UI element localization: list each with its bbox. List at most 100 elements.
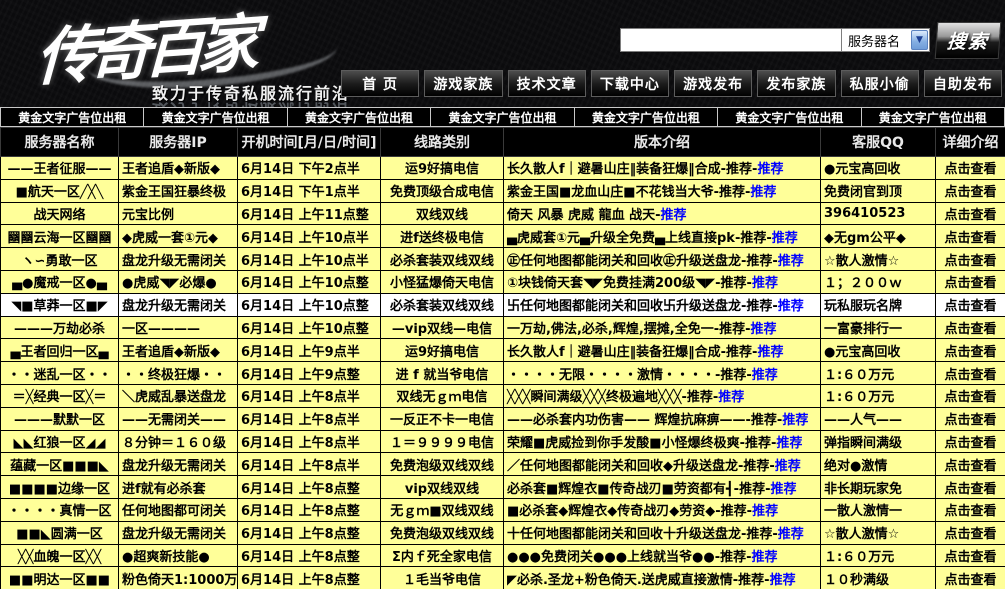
server-name-cell[interactable]: ———万劫必杀 (1, 316, 119, 339)
open-time-cell: 6月14日 上午8点整 (238, 498, 381, 521)
line-type-text: 双线双线 (416, 208, 468, 223)
detail-link-cell[interactable]: 点击查看 (936, 202, 1005, 225)
site-header: 传奇百家 致力于传奇私服流行前沿 致力于传奇私服流行前沿 服务器名 ▼ 搜索 首… (0, 0, 1005, 107)
nav-item-sifu-thief[interactable]: 私服小偷 (841, 70, 919, 97)
chevron-down-icon[interactable]: ▼ (911, 30, 928, 50)
version-intro-cell[interactable]: ◤必杀.圣龙+粉色倚天.送虎威直接激情-推荐-推荐 (504, 567, 821, 589)
line-type-text: 运9好搞电信 (405, 162, 479, 177)
server-name-cell[interactable]: 战天网络 (1, 202, 119, 225)
line-type-cell: 免费泡级双线双线 (381, 453, 504, 476)
detail-link-cell[interactable]: 点击查看 (936, 453, 1005, 476)
detail-link-cell[interactable]: 点击查看 (936, 544, 1005, 567)
nav-item-home[interactable]: 首 页 (341, 70, 419, 97)
version-intro-cell[interactable]: 必杀套■辉煌衣■传奇战刃■劳资都有┫-推荐-推荐 (504, 476, 821, 499)
nav-item-tech-articles[interactable]: 技术文章 (508, 70, 586, 97)
version-intro-cell[interactable]: 荣耀■虎威捡到你手发酸■小怪爆终极爽-推荐-推荐 (504, 430, 821, 453)
detail-link-cell[interactable]: 点击查看 (936, 521, 1005, 544)
version-intro-cell[interactable]: 紫金王国■龙血山庄■不花钱当大爷-推荐-推荐 (504, 179, 821, 202)
detail-link-cell[interactable]: 点击查看 (936, 339, 1005, 362)
open-time-cell: 6月14日 上午10点半 (238, 248, 381, 271)
version-intro-cell[interactable]: ——必杀套内功伤害—— 辉煌抗麻痹——-推荐-推荐 (504, 407, 821, 430)
version-intro-cell[interactable]: 倚天 风暴 虎威 龍血 战天-推荐 (504, 202, 821, 225)
open-time-cell: 6月14日 上午8点整 (238, 544, 381, 567)
version-hot-tag: 推荐 (770, 482, 796, 497)
detail-link-text: 点击查看 (944, 208, 996, 223)
nav-item-game-family[interactable]: 游戏家族 (424, 70, 502, 97)
detail-link-cell[interactable]: 点击查看 (936, 430, 1005, 453)
server-ip-text: 粉色倚天1:1000万 (122, 573, 237, 588)
detail-link-cell[interactable]: 点击查看 (936, 270, 1005, 293)
version-intro-cell[interactable]: 卐任何地图都能闭关和回收卐升级送盘龙-推荐-推荐 (504, 293, 821, 316)
golden-ad-slot[interactable]: 黄金文字广告位出租 (287, 108, 430, 126)
server-name-cell[interactable]: ■■◣圆满一区 (1, 521, 119, 544)
version-intro-cell[interactable]: ・・・・无限・・・・激情・・・・-推荐-推荐 (504, 362, 821, 385)
server-name-cell[interactable]: ＝╳经典一区╳＝ (1, 384, 119, 407)
service-qq-text: １:６０万元 (824, 390, 894, 405)
golden-ad-slot[interactable]: 黄金文字广告位出租 (717, 108, 860, 126)
version-intro-text: ●●●免费闭关●●●上线就当爷●●-推荐- (507, 550, 752, 565)
server-ip-cell: 王者追盾◆新版◆ (119, 339, 238, 362)
detail-link-cell[interactable]: 点击查看 (936, 407, 1005, 430)
search-input[interactable] (620, 28, 842, 52)
version-intro-cell[interactable]: ●●●免费闭关●●●上线就当爷●●-推荐-推荐 (504, 544, 821, 567)
line-type-text: 免费泡级双线双线 (390, 527, 494, 542)
server-name-cell[interactable]: 圝圝云海一区圝圝 (1, 225, 119, 248)
server-ip-text: 王者追盾◆新版◆ (122, 162, 220, 177)
golden-ad-slot[interactable]: 黄金文字广告位出租 (861, 108, 1005, 126)
version-intro-text: 荣耀■虎威捡到你手发酸■小怪爆终极爽-推荐- (507, 436, 776, 451)
search-category-select[interactable]: 服务器名 ▼ (842, 28, 930, 52)
server-name-cell[interactable]: ■■■■边缘一区 (1, 476, 119, 499)
service-qq-text: １；２００ｗ (824, 276, 902, 291)
version-intro-cell[interactable]: ①块钱倚天套◥◤免费挂满200级◥◤-推荐-推荐 (504, 270, 821, 293)
version-intro-cell[interactable]: 长久散人f｜避暑山庄‖装备狂爆‖合成-推荐-推荐 (504, 339, 821, 362)
detail-link-cell[interactable]: 点击查看 (936, 498, 1005, 521)
version-intro-cell[interactable]: ▄虎威套①元▄升级全免费▄上线直接pk-推荐-推荐 (504, 225, 821, 248)
nav-item-download-center[interactable]: 下载中心 (591, 70, 669, 97)
detail-link-cell[interactable]: 点击查看 (936, 248, 1005, 271)
server-name-cell[interactable]: ◥■草莽一区■◤ (1, 293, 119, 316)
server-name-cell[interactable]: ▄●魔戒一区●▄ (1, 270, 119, 293)
server-name-cell[interactable]: ■■明达一区■■ (1, 567, 119, 589)
server-name-cell[interactable]: ▄王者回归一区▄ (1, 339, 119, 362)
golden-ad-slot[interactable]: 黄金文字广告位出租 (143, 108, 286, 126)
detail-link-cell[interactable]: 点击查看 (936, 362, 1005, 385)
golden-ad-slot[interactable]: 黄金文字广告位出租 (430, 108, 573, 126)
detail-link-cell[interactable]: 点击查看 (936, 476, 1005, 499)
detail-link-cell[interactable]: 点击查看 (936, 157, 1005, 180)
detail-link-cell[interactable]: 点击查看 (936, 179, 1005, 202)
server-ip-text: 任何地图都可闭关 (122, 504, 226, 519)
search-button[interactable]: 搜索 (935, 22, 1002, 59)
server-name-cell[interactable]: ヽ∽勇敢一区 (1, 248, 119, 271)
detail-link-cell[interactable]: 点击查看 (936, 225, 1005, 248)
version-intro-cell[interactable]: 长久散人f｜避暑山庄‖装备狂爆‖合成-推荐-推荐 (504, 157, 821, 180)
golden-ad-slot[interactable]: 黄金文字广告位出租 (0, 108, 143, 126)
detail-link-cell[interactable]: 点击查看 (936, 293, 1005, 316)
detail-link-text: 点击查看 (944, 504, 996, 519)
open-time-text: 6月14日 上午8点整 (241, 573, 360, 588)
version-intro-cell[interactable]: ／任何地图都能闭关和回收◆升级送盘龙-推荐-推荐 (504, 453, 821, 476)
detail-link-cell[interactable]: 点击查看 (936, 567, 1005, 589)
version-intro-cell[interactable]: ㊣任何地图都能闭关和回收㊣升级送盘龙-推荐-推荐 (504, 248, 821, 271)
version-intro-cell[interactable]: ╳╳╳瞬间满级╳╳╳终极遍地╳╳╳-推荐-推荐 (504, 384, 821, 407)
version-intro-cell[interactable]: 十任何地图都能闭关和回收十升级送盘龙-推荐-推荐 (504, 521, 821, 544)
version-intro-text: ■必杀套◆辉煌衣◆传奇战刃◆劳资◆-推荐- (507, 504, 752, 519)
open-time-cell: 6月14日 上午11点整 (238, 202, 381, 225)
server-name-cell[interactable]: ■航天一区╱╳╲ (1, 179, 119, 202)
server-name-cell[interactable]: ╳╳血魄一区╳╳ (1, 544, 119, 567)
version-intro-cell[interactable]: ■必杀套◆辉煌衣◆传奇战刃◆劳资◆-推荐-推荐 (504, 498, 821, 521)
nav-item-game-publish[interactable]: 游戏发布 (674, 70, 752, 97)
server-name-cell[interactable]: 蕴藏一区■■■◣ (1, 453, 119, 476)
nav-item-publish-family[interactable]: 发布家族 (757, 70, 835, 97)
version-intro-cell[interactable]: 一万劫,佛法,必杀,辉煌,摆摊,全免一-推荐-推荐 (504, 316, 821, 339)
server-name-cell[interactable]: ———默默一区 (1, 407, 119, 430)
nav-item-self-publish[interactable]: 自助发布 (924, 70, 1002, 97)
golden-ad-slot[interactable]: 黄金文字广告位出租 (574, 108, 717, 126)
detail-link-cell[interactable]: 点击查看 (936, 384, 1005, 407)
server-ip-text: ——无需闭关—— (122, 413, 226, 428)
table-row: ・・迷乱一区・・ ・・终极狂爆・・ 6月14日 上午9点整 进 f 就当爷电信 … (1, 362, 1005, 385)
server-name-cell[interactable]: ・・迷乱一区・・ (1, 362, 119, 385)
server-name-cell[interactable]: ◣◣红狼一区◢◢ (1, 430, 119, 453)
server-name-cell[interactable]: ・・・・真情一区 (1, 498, 119, 521)
server-name-cell[interactable]: ——王者征服—— (1, 157, 119, 180)
detail-link-cell[interactable]: 点击查看 (936, 316, 1005, 339)
